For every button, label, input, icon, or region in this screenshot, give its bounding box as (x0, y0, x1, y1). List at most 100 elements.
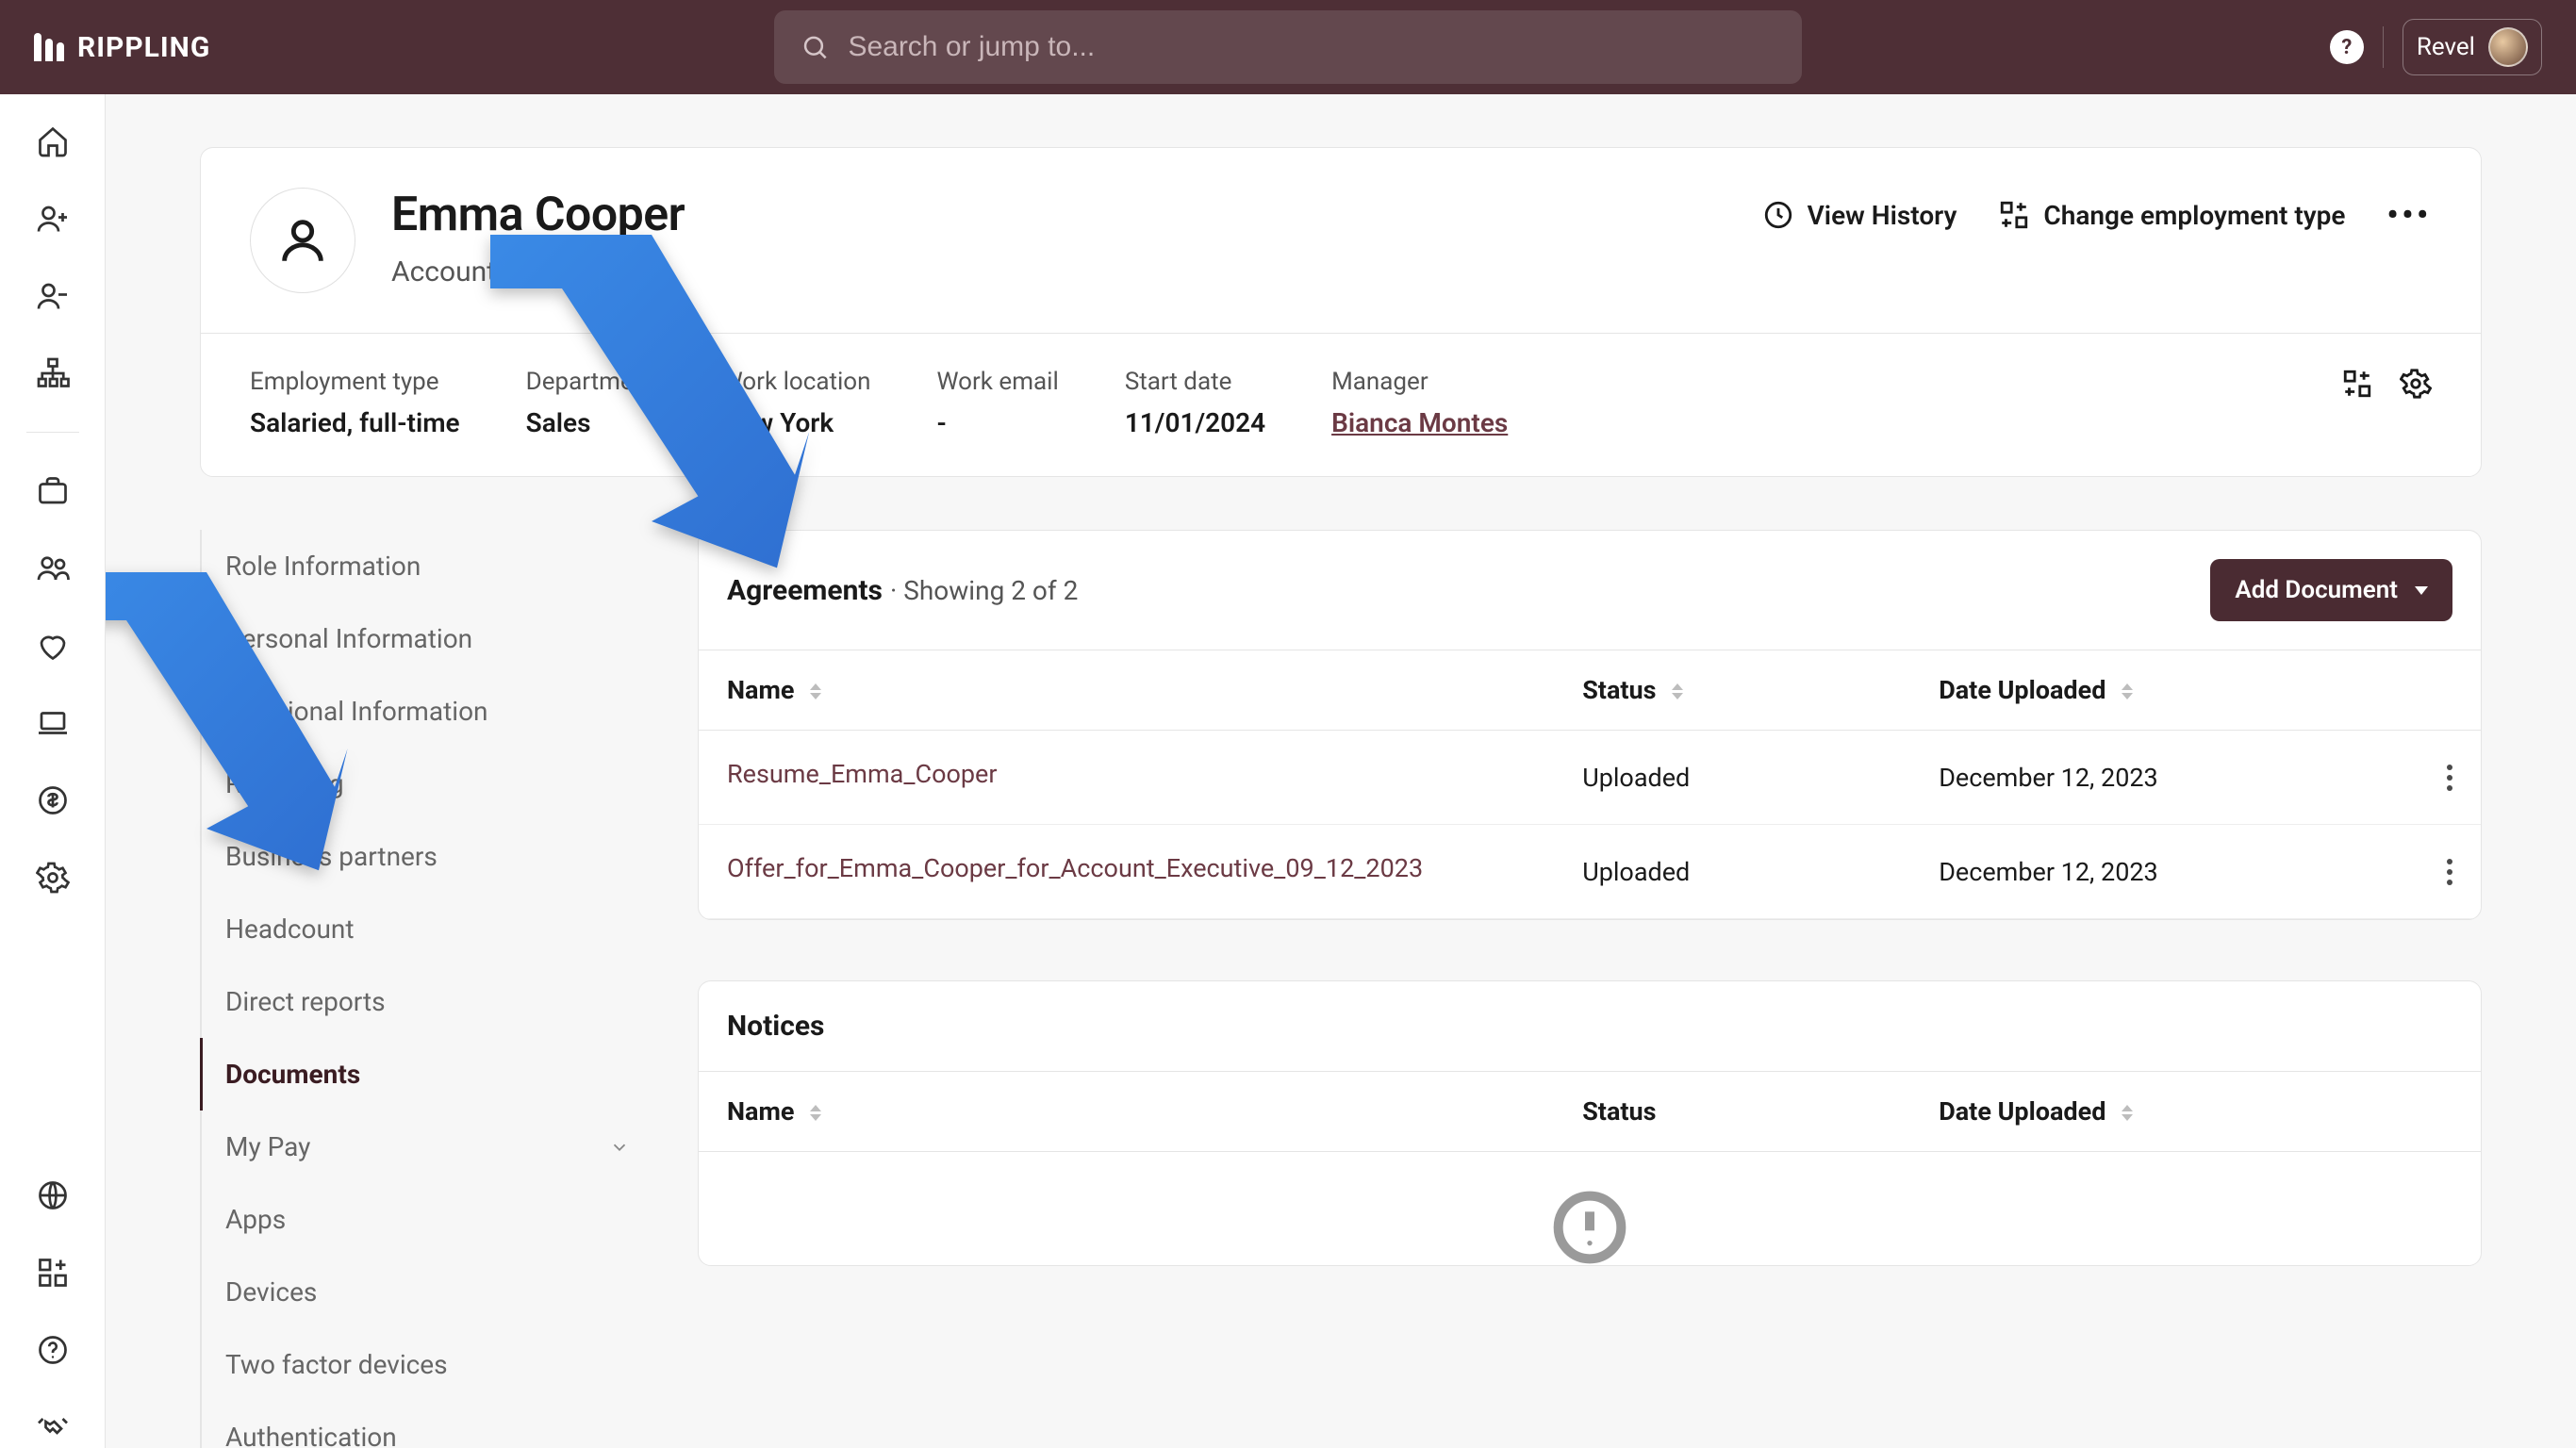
notices-table: Name Status Date Uploaded (699, 1071, 2481, 1152)
subnav-item-label: Role Information (225, 551, 421, 582)
doc-status: Uploaded (1554, 825, 1910, 919)
subnav-item-headcount[interactable]: Headcount (200, 893, 652, 965)
agreements-title: Agreements (727, 574, 883, 607)
subnav-item-label: Direct reports (225, 986, 386, 1017)
rail-handshake[interactable] (32, 1407, 74, 1448)
rippling-logo-icon (34, 33, 64, 61)
agreements-panel: Agreements · Showing 2 of 2 Add Document… (698, 530, 2482, 920)
subnav-item-label: Documents (225, 1059, 360, 1090)
subnav-item-role-information[interactable]: Role Information (200, 530, 652, 602)
search-icon (801, 32, 829, 62)
rail-briefcase[interactable] (32, 470, 74, 512)
meta-value: 11/01/2024 (1125, 407, 1265, 438)
rail-globe[interactable] (32, 1175, 74, 1216)
agreements-table: Name Status Date Uploaded (699, 650, 2481, 919)
subnav-item-label: Personal Information (225, 623, 472, 654)
notices-title: Notices (727, 1010, 824, 1043)
subnav-item-label: Recruiting (225, 768, 344, 799)
meta-label: Employment type (250, 368, 460, 396)
brand-text: RIPPLING (77, 31, 210, 64)
meta-value: New York (721, 407, 871, 438)
subnav-item-label: Apps (225, 1204, 286, 1235)
rail-laptop[interactable] (32, 702, 74, 744)
agreements-subtitle: · Showing 2 of 2 (890, 575, 1078, 606)
add-document-button[interactable]: Add Document (2210, 559, 2452, 621)
subnav-item-devices[interactable]: Devices (200, 1256, 652, 1328)
rail-heart[interactable] (32, 625, 74, 666)
manager-link[interactable]: Bianca Montes (1331, 407, 1508, 438)
subnav-item-label: Two factor devices (225, 1349, 448, 1380)
rail-people[interactable] (32, 548, 74, 589)
document-link[interactable]: Resume_Emma_Cooper (727, 765, 998, 796)
subnav-item-recruiting[interactable]: Recruiting (200, 748, 652, 820)
rail-money[interactable] (32, 780, 74, 821)
table-row: Resume_Emma_Cooper UploadedDecember 12, 2… (699, 731, 2481, 825)
subnav-item-direct-reports[interactable]: Direct reports (200, 965, 652, 1038)
subnav-item-personal-information[interactable]: Personal Information (200, 602, 652, 675)
rail-remove-person[interactable] (32, 275, 74, 317)
subnav-item-my-pay[interactable]: My Pay (200, 1111, 652, 1183)
meta-label: Department (526, 368, 655, 396)
chevron-down-icon (609, 1137, 630, 1158)
rail-helpcircle[interactable] (32, 1329, 74, 1371)
sort-icon (810, 1105, 821, 1121)
subnav-item-label: Business partners (225, 841, 438, 872)
rail-home[interactable] (32, 121, 74, 162)
history-icon (1762, 199, 1794, 231)
table-row: Offer_for_Emma_Cooper_for_Account_Execut… (699, 825, 2481, 919)
col-date[interactable]: Date Uploaded (1910, 1072, 2424, 1152)
profile-more-button[interactable]: ••• (2386, 197, 2432, 233)
col-status[interactable]: Status (1554, 1072, 1910, 1152)
subnav-item-label: Authentication (225, 1422, 397, 1448)
col-name[interactable]: Name (699, 650, 1554, 731)
profile-subnav: Role Information Personal Information Addi… (200, 530, 652, 1448)
meta-value: Sales (526, 407, 655, 438)
subnav-item-apps[interactable]: Apps (200, 1183, 652, 1256)
doc-status: Uploaded (1554, 731, 1910, 825)
global-search[interactable] (774, 10, 1802, 84)
help-button[interactable]: ? (2330, 30, 2364, 64)
user-name: Revel (2417, 33, 2475, 61)
meta-value: Salaried, full-time (250, 407, 460, 438)
meta-label: Work location (721, 368, 871, 396)
row-actions-button[interactable] (2419, 825, 2481, 919)
change-employment-type-button[interactable]: Change employment type (1998, 199, 2345, 231)
col-date[interactable]: Date Uploaded (1910, 650, 2419, 731)
search-input[interactable] (848, 31, 1775, 63)
gear-icon[interactable] (2400, 368, 2432, 400)
notices-panel: Notices Name Status (698, 980, 2482, 1266)
subnav-item-two-factor-devices[interactable]: Two factor devices (200, 1328, 652, 1401)
row-actions-button[interactable] (2419, 731, 2481, 825)
sort-icon (2122, 1105, 2133, 1121)
doc-date: December 12, 2023 (1910, 731, 2419, 825)
swap-icon[interactable] (2341, 368, 2373, 400)
rail-org-chart[interactable] (32, 353, 74, 394)
profile-avatar (250, 188, 355, 293)
rail-add-person[interactable] (32, 198, 74, 239)
document-link[interactable]: Offer_for_Emma_Cooper_for_Account_Execut… (727, 860, 1423, 890)
user-menu[interactable]: Revel (2403, 19, 2542, 75)
col-status[interactable]: Status (1554, 650, 1910, 731)
rail-settings[interactable] (32, 857, 74, 898)
subnav-item-documents[interactable]: Documents (200, 1038, 652, 1111)
doc-date: December 12, 2023 (1910, 825, 2419, 919)
subnav-item-authentication[interactable]: Authentication (200, 1401, 652, 1448)
person-icon (275, 213, 330, 268)
change-type-icon (1998, 199, 2030, 231)
subnav-item-label: Headcount (225, 913, 355, 945)
rail-apps[interactable] (32, 1252, 74, 1293)
sort-icon (2122, 683, 2133, 699)
brand-logo[interactable]: RIPPLING (34, 31, 210, 64)
subnav-item-additional-information[interactable]: Additional Information (200, 675, 652, 748)
profile-role: Account Executive (391, 255, 685, 288)
profile-card: Emma Cooper Account Executive View Histo… (200, 147, 2482, 477)
topbar: RIPPLING ? Revel (0, 0, 2576, 94)
alert-circle-icon (1552, 1190, 1627, 1265)
subnav-item-label: Devices (225, 1276, 317, 1308)
sort-icon (810, 683, 821, 699)
subnav-item-business-partners[interactable]: Business partners (200, 820, 652, 893)
meta-value: - (936, 407, 1058, 438)
view-history-button[interactable]: View History (1762, 199, 1957, 231)
col-name[interactable]: Name (699, 1072, 1554, 1152)
topbar-right: ? Revel (2330, 19, 2542, 75)
